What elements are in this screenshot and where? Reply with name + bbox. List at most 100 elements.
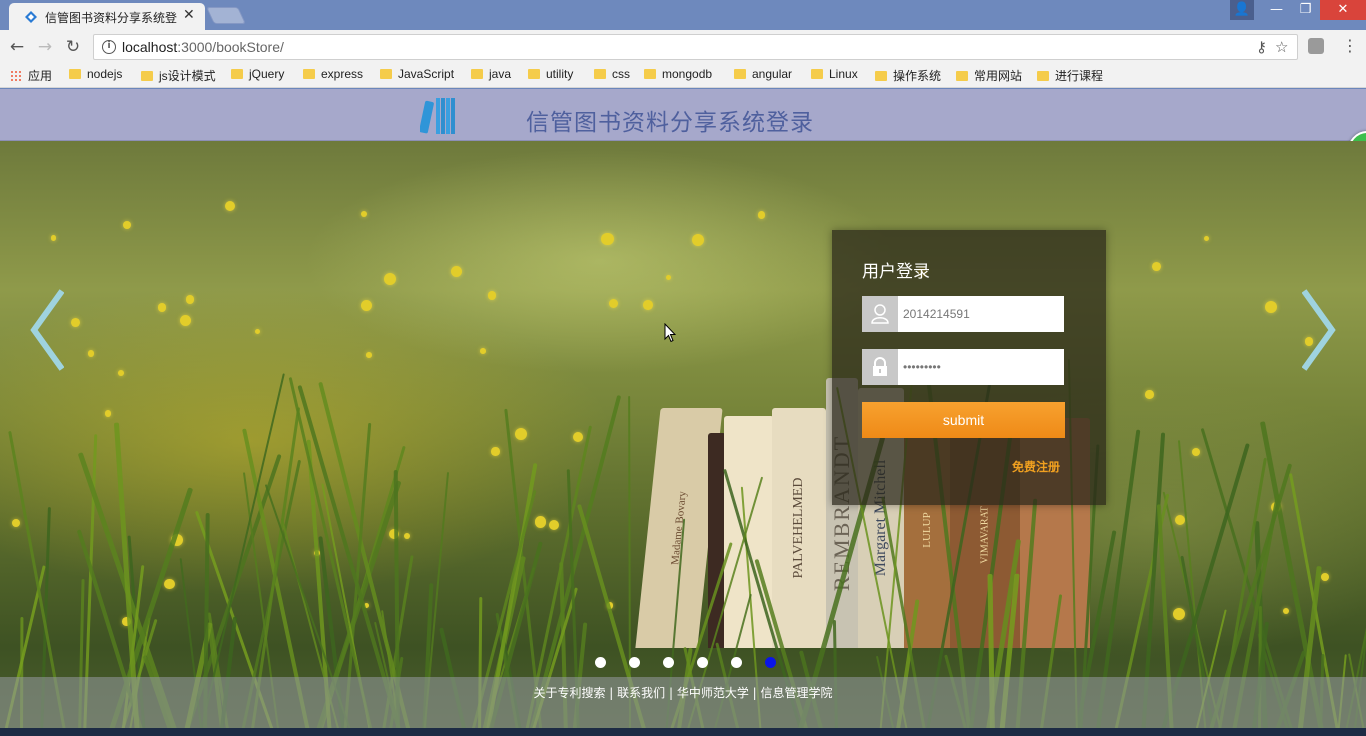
flower-decoration bbox=[691, 233, 704, 246]
carousel-dot-active[interactable] bbox=[765, 657, 776, 668]
bookmark-folder[interactable]: express bbox=[303, 67, 363, 81]
bookmark-folder[interactable]: Linux bbox=[811, 67, 858, 81]
bookmark-label: 应用 bbox=[28, 69, 53, 83]
folder-icon bbox=[1037, 71, 1049, 81]
flower-decoration bbox=[361, 211, 368, 218]
flower-decoration bbox=[572, 432, 584, 443]
flower-decoration bbox=[1191, 447, 1201, 457]
bookmark-label: 操作系统 bbox=[893, 69, 942, 83]
folder-icon bbox=[644, 69, 656, 79]
bookmark-folder[interactable]: js设计模式 bbox=[141, 67, 216, 84]
bookmark-folder[interactable]: angular bbox=[734, 67, 792, 81]
flower-decoration bbox=[170, 534, 184, 547]
flower-decoration bbox=[11, 518, 21, 528]
flower-decoration bbox=[224, 201, 235, 212]
prev-slide-arrow-icon[interactable] bbox=[30, 289, 65, 371]
bookmark-label: css bbox=[612, 67, 630, 81]
flower-decoration bbox=[1270, 502, 1281, 513]
page-title: 信管图书资料分享系统登录 bbox=[526, 110, 814, 136]
flower-decoration bbox=[122, 617, 131, 626]
close-window-icon[interactable]: ✕ bbox=[1320, 0, 1366, 20]
bookmark-folder[interactable]: jQuery bbox=[231, 67, 284, 81]
flower-decoration bbox=[123, 221, 132, 230]
password-field[interactable] bbox=[862, 349, 1064, 385]
bookmark-label: JavaScript bbox=[398, 67, 455, 81]
carousel-dot[interactable] bbox=[595, 657, 606, 668]
flower-decoration bbox=[451, 265, 463, 277]
carousel-dot[interactable] bbox=[731, 657, 742, 668]
new-tab-button[interactable] bbox=[206, 7, 246, 24]
folder-icon bbox=[811, 69, 823, 79]
bookmark-folder[interactable]: nodejs bbox=[69, 67, 122, 81]
key-icon[interactable]: ⚷ bbox=[1256, 38, 1267, 56]
flower-decoration bbox=[491, 447, 500, 456]
reload-icon[interactable]: ↻ bbox=[62, 36, 84, 58]
lock-icon bbox=[862, 349, 898, 385]
mouse-cursor-icon bbox=[664, 323, 676, 343]
flower-decoration bbox=[1282, 608, 1289, 615]
flower-decoration bbox=[1172, 607, 1185, 621]
browser-menu-icon[interactable]: ⋮ bbox=[1342, 36, 1358, 55]
flower-decoration bbox=[254, 328, 260, 334]
tab-title: 信管图书资料分享系统登 bbox=[45, 11, 178, 25]
flower-decoration bbox=[480, 348, 487, 354]
address-bar[interactable]: i localhost:3000/bookStore/ ⚷ ☆ bbox=[93, 34, 1298, 60]
bookmark-folder[interactable]: java bbox=[471, 67, 511, 81]
book-spine-text: Madame Bovary bbox=[669, 491, 689, 565]
site-info-icon[interactable]: i bbox=[102, 40, 116, 54]
folder-icon bbox=[528, 69, 540, 79]
extension-icon[interactable] bbox=[1308, 38, 1324, 54]
forward-icon[interactable]: → bbox=[34, 36, 56, 58]
submit-button[interactable]: submit bbox=[862, 402, 1065, 438]
flower-decoration bbox=[164, 578, 175, 589]
bookmark-folder[interactable]: utility bbox=[528, 67, 573, 81]
user-icon bbox=[862, 296, 898, 332]
carousel-dot[interactable] bbox=[663, 657, 674, 668]
minimize-icon[interactable]: — bbox=[1262, 0, 1291, 20]
folder-icon bbox=[303, 69, 315, 79]
register-link[interactable]: 免费注册 bbox=[1012, 458, 1060, 475]
bookmark-apps[interactable]: 应用 bbox=[10, 67, 52, 84]
folder-icon bbox=[875, 71, 887, 81]
flower-decoration bbox=[364, 602, 370, 608]
bookmark-label: Linux bbox=[829, 67, 858, 81]
site-header: 信管图书资料分享系统登录 bbox=[0, 89, 1366, 141]
flower-decoration bbox=[601, 232, 615, 246]
username-field[interactable] bbox=[862, 296, 1064, 332]
footer-links[interactable]: 关于专利搜索 | 联系我们 | 华中师范大学 | 信息管理学院 bbox=[0, 684, 1366, 701]
bookmark-folder[interactable]: 常用网站 bbox=[956, 67, 1022, 84]
back-icon[interactable]: ← bbox=[6, 36, 28, 58]
bookmark-star-icon[interactable]: ☆ bbox=[1275, 38, 1288, 56]
carousel-dot[interactable] bbox=[697, 657, 708, 668]
carousel-dot[interactable] bbox=[629, 657, 640, 668]
flower-decoration bbox=[642, 300, 653, 310]
bookmark-folder[interactable]: mongodb bbox=[644, 67, 712, 81]
user-profile-icon[interactable]: 👤 bbox=[1230, 0, 1254, 20]
address-url[interactable]: localhost:3000/bookStore/ bbox=[122, 39, 284, 55]
username-input[interactable] bbox=[898, 296, 1064, 332]
browser-tab[interactable]: 信管图书资料分享系统登 ✕ bbox=[9, 3, 205, 30]
tab-close-icon[interactable]: ✕ bbox=[183, 7, 195, 23]
bookmark-folder[interactable]: 进行课程 bbox=[1037, 67, 1103, 84]
book-spine bbox=[724, 416, 774, 648]
flower-decoration bbox=[404, 533, 411, 540]
bookmark-folder[interactable]: JavaScript bbox=[380, 67, 454, 81]
bookmark-label: js设计模式 bbox=[159, 69, 216, 83]
password-input[interactable] bbox=[898, 349, 1064, 385]
flower-decoration bbox=[1265, 301, 1278, 314]
flower-decoration bbox=[665, 275, 671, 281]
flower-decoration bbox=[157, 303, 167, 312]
books-logo-icon bbox=[420, 98, 455, 134]
restore-icon[interactable]: ❐ bbox=[1291, 0, 1320, 20]
bookmark-folder[interactable]: css bbox=[594, 67, 630, 81]
bookmark-label: 进行课程 bbox=[1055, 69, 1104, 83]
flower-decoration bbox=[87, 350, 95, 358]
folder-icon bbox=[734, 69, 746, 79]
bookmark-folder[interactable]: 操作系统 bbox=[875, 67, 941, 84]
browser-toolbar: ← → ↻ i localhost:3000/bookStore/ ⚷ ☆ ⋮ bbox=[0, 30, 1366, 64]
carousel-indicators bbox=[595, 657, 785, 669]
web-page: 信管图书资料分享系统登录 53 Madame Bovary PALVEHELME… bbox=[0, 89, 1366, 736]
angular-favicon-icon bbox=[25, 11, 37, 23]
next-slide-arrow-icon[interactable] bbox=[1301, 289, 1336, 371]
flower-decoration bbox=[104, 410, 112, 418]
